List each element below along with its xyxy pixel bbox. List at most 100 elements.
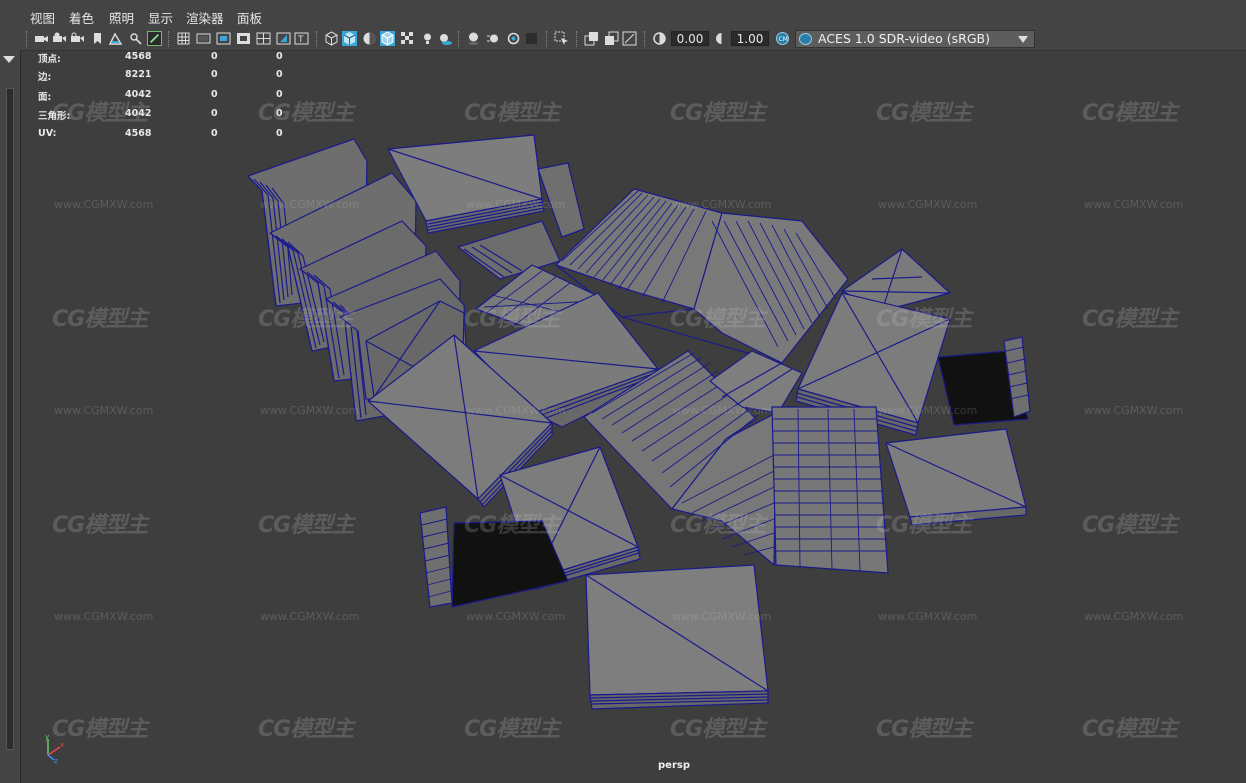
- book-bottom-large: [585, 564, 769, 710]
- menu-renderer[interactable]: 渲染器: [186, 8, 224, 27]
- menu-lighting[interactable]: 照明: [109, 8, 134, 27]
- watermark-url: www.CGMXW.com: [672, 404, 772, 417]
- gate-mask-icon[interactable]: [236, 31, 251, 46]
- field-chart-icon[interactable]: [256, 31, 271, 46]
- gamma-icon[interactable]: [714, 31, 729, 46]
- svg-text:CM: CM: [779, 36, 788, 43]
- toolbar-separator: [458, 31, 461, 47]
- hud-value: 0: [276, 128, 283, 139]
- shadows-icon[interactable]: [438, 31, 453, 46]
- toolbar-separator: [316, 31, 319, 47]
- backface-icon[interactable]: [622, 31, 637, 46]
- collapse-arrow-icon[interactable]: [3, 56, 15, 63]
- left-tool-strip: [0, 0, 21, 783]
- safe-title-icon[interactable]: T: [294, 31, 309, 46]
- perspective-viewport[interactable]: 顶点: 4568 0 0 边: 8221 0 0 面: 4042 0 0 三角形…: [22, 51, 1246, 783]
- hud-value: 8221: [125, 69, 152, 80]
- watermark-url: www.CGMXW.com: [878, 198, 978, 211]
- watermark-url: www.CGMXW.com: [260, 610, 360, 623]
- motion-blur-icon[interactable]: [486, 31, 501, 46]
- default-material-icon[interactable]: [362, 31, 377, 46]
- watermark-logo: CG模型主: [52, 717, 148, 742]
- depth-of-field-icon[interactable]: [524, 31, 539, 46]
- watermark-logo: CG模型主: [876, 717, 972, 742]
- select-camera-icon[interactable]: [34, 31, 49, 46]
- watermark-logo: CG模型主: [258, 717, 354, 742]
- screen-space-ao-icon[interactable]: [466, 31, 481, 46]
- watermark-logo: CG模型主: [464, 717, 560, 742]
- safe-action-icon[interactable]: [276, 31, 291, 46]
- watermark-url: www.CGMXW.com: [1084, 404, 1184, 417]
- books-wireframe-scene[interactable]: [22, 51, 1246, 783]
- color-space-dropdown[interactable]: ACES 1.0 SDR-video (sRGB): [795, 30, 1035, 48]
- bookmark-icon[interactable]: [90, 31, 105, 46]
- watermark-logo: CG模型主: [52, 101, 148, 126]
- hud-label: UV:: [38, 128, 57, 139]
- isolate-select-icon[interactable]: [554, 31, 569, 46]
- toolbar-separator: [546, 31, 549, 47]
- watermark-url: www.CGMXW.com: [54, 610, 154, 623]
- book-long-striped: [771, 406, 889, 574]
- image-plane-icon[interactable]: [108, 31, 123, 46]
- menu-shading[interactable]: 着色: [69, 8, 94, 27]
- panel-toolbar: T 0.00 1.00 CM ACES 1.0 SDR-video (sRGB): [20, 28, 1246, 51]
- hud-label: 顶点:: [38, 54, 61, 65]
- film-gate-icon[interactable]: [196, 31, 211, 46]
- watermark-url: www.CGMXW.com: [260, 404, 360, 417]
- hud-value: 4568: [125, 128, 152, 139]
- watermark-logo: CG模型主: [1082, 307, 1178, 332]
- view-axis-gizmo: y x z: [45, 733, 64, 763]
- wireframe-icon[interactable]: [324, 31, 339, 46]
- two-d-pan-icon[interactable]: [128, 31, 143, 46]
- watermark-logo: CG模型主: [52, 307, 148, 332]
- menu-show[interactable]: 显示: [148, 8, 173, 27]
- use-lights-icon[interactable]: [420, 31, 435, 46]
- svg-text:T: T: [297, 35, 304, 45]
- axis-y-label: y: [45, 733, 49, 741]
- color-manage-icon[interactable]: CM: [775, 31, 790, 46]
- watermark-logo: CG模型主: [670, 307, 766, 332]
- watermark-logo: CG模型主: [670, 101, 766, 126]
- shade-wireframe-icon[interactable]: [380, 31, 395, 46]
- exposure-icon[interactable]: [652, 31, 667, 46]
- watermark-url: www.CGMXW.com: [672, 198, 772, 211]
- watermark-logo: CG模型主: [464, 513, 560, 538]
- watermark-url: www.CGMXW.com: [54, 198, 154, 211]
- watermark-url: www.CGMXW.com: [672, 610, 772, 623]
- side-scrollbar[interactable]: [6, 88, 14, 750]
- watermark-logo: CG模型主: [1082, 101, 1178, 126]
- watermark-logo: CG模型主: [876, 307, 972, 332]
- watermark-logo: CG模型主: [258, 513, 354, 538]
- textured-icon[interactable]: [400, 31, 415, 46]
- hud-value: 0: [211, 89, 218, 100]
- watermark-logo: CG模型主: [670, 513, 766, 538]
- hud-value: 0: [276, 51, 283, 62]
- toolbar-separator: [576, 31, 579, 47]
- camera-name-label: persp: [658, 760, 690, 771]
- camera-lock-icon[interactable]: [70, 31, 85, 46]
- watermark-url: www.CGMXW.com: [1084, 610, 1184, 623]
- resolution-gate-icon[interactable]: [216, 31, 231, 46]
- hud-value: 0: [211, 69, 218, 80]
- gamma-field[interactable]: 1.00: [731, 31, 769, 46]
- grid-icon[interactable]: [176, 31, 191, 46]
- anti-alias-icon[interactable]: [506, 31, 521, 46]
- hud-value: 0: [211, 128, 218, 139]
- xray-icon[interactable]: [584, 31, 599, 46]
- exposure-field[interactable]: 0.00: [671, 31, 709, 46]
- grease-pencil-icon[interactable]: [147, 31, 162, 46]
- watermark-logo: CG模型主: [52, 513, 148, 538]
- axis-z-label: z: [54, 757, 58, 763]
- watermark-logo: CG模型主: [258, 101, 354, 126]
- smooth-shade-icon[interactable]: [342, 31, 357, 46]
- watermark-url: www.CGMXW.com: [878, 404, 978, 417]
- camera-attrs-icon[interactable]: [52, 31, 67, 46]
- watermark-url: www.CGMXW.com: [1084, 198, 1184, 211]
- xray-joints-icon[interactable]: [604, 31, 619, 46]
- color-space-label: ACES 1.0 SDR-video (sRGB): [818, 31, 990, 46]
- watermark-logo: CG模型主: [258, 307, 354, 332]
- watermark-url: www.CGMXW.com: [878, 610, 978, 623]
- menu-panels[interactable]: 面板: [237, 8, 262, 27]
- menu-view[interactable]: 视图: [30, 8, 55, 27]
- panel-menubar: 视图 着色 照明 显示 渲染器 面板: [20, 0, 1246, 28]
